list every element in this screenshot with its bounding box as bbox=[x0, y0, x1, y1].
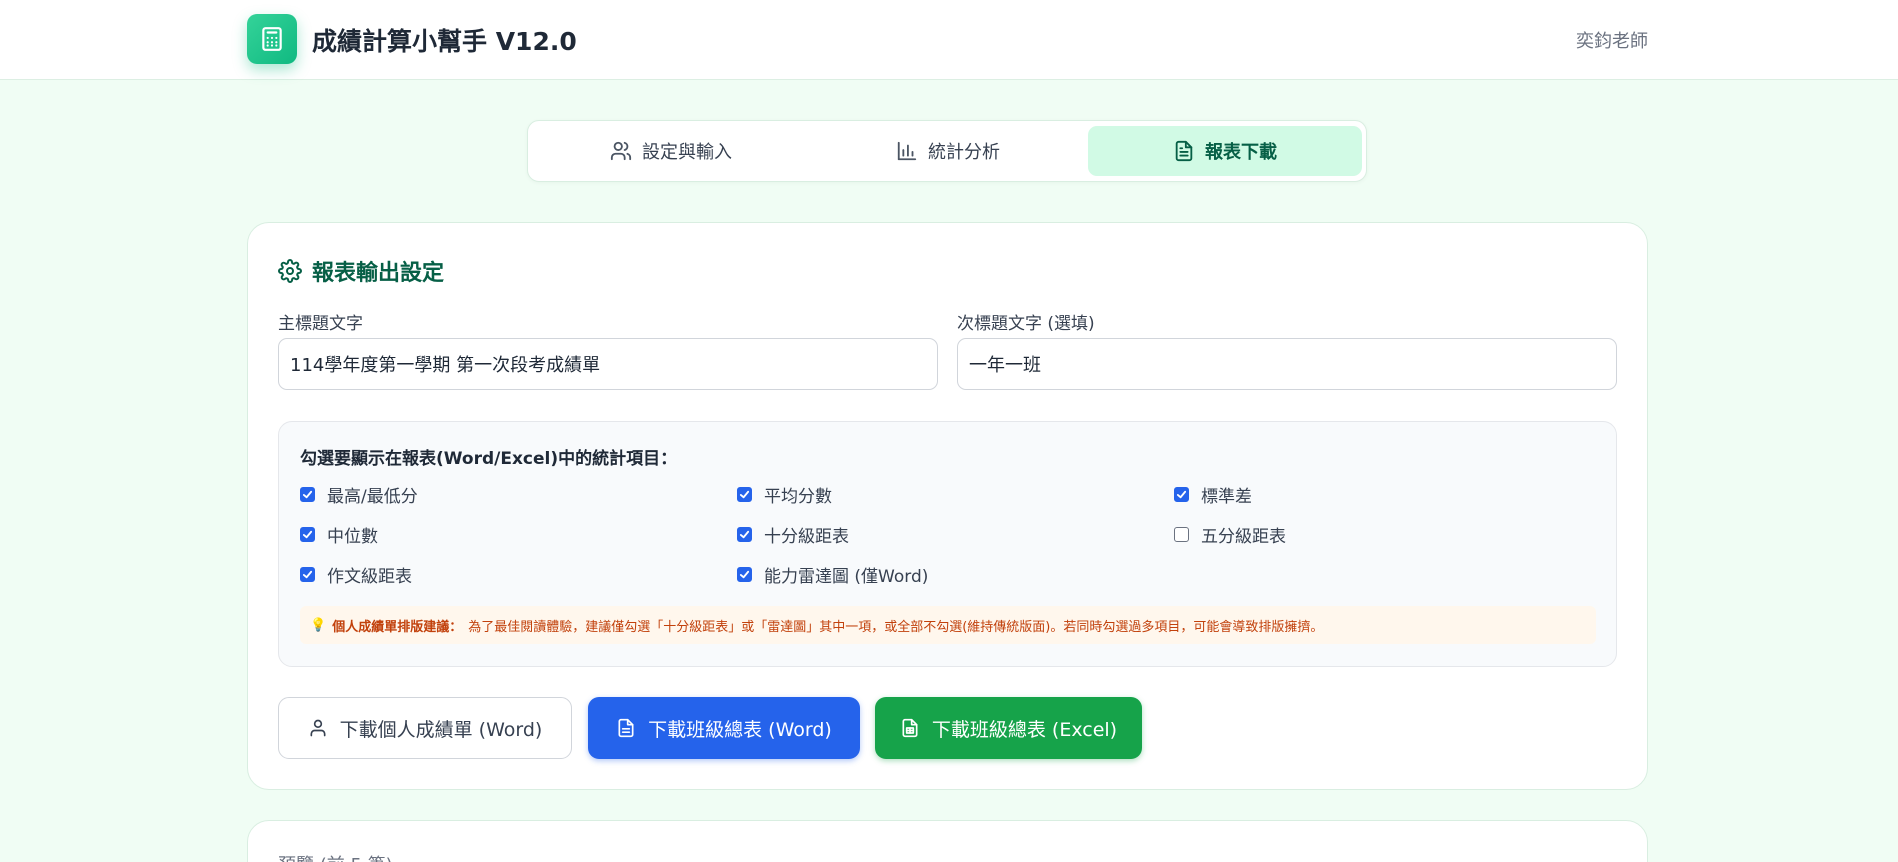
stats-options-box: 勾選要顯示在報表(Word/Excel)中的統計項目： 最高/最低分 平均分數 … bbox=[278, 421, 1617, 667]
stats-options-heading: 勾選要顯示在報表(Word/Excel)中的統計項目： bbox=[300, 449, 678, 469]
card-title-text: 報表輸出設定 bbox=[312, 261, 445, 286]
download-class-word-button[interactable]: 下載班級總表 (Word) bbox=[588, 697, 860, 759]
sub-title-input[interactable] bbox=[957, 338, 1617, 390]
option-max-min[interactable]: 最高/最低分 bbox=[300, 482, 418, 507]
tab-report-download[interactable]: 報表下載 bbox=[1088, 126, 1362, 176]
option-label: 能力雷達圖 (僅Word) bbox=[764, 567, 929, 587]
button-label: 下載個人成績單 (Word) bbox=[339, 718, 543, 741]
tab-statistics[interactable]: 統計分析 bbox=[811, 126, 1085, 176]
option-label: 作文級距表 bbox=[327, 567, 412, 587]
report-settings-card: 報表輸出設定 主標題文字 次標題文字 (選填) 勾選要顯示在報表(Word/Ex… bbox=[247, 222, 1648, 790]
user-icon bbox=[310, 719, 326, 737]
tab-label: 統計分析 bbox=[928, 142, 1000, 163]
download-individual-word-button[interactable]: 下載個人成績單 (Word) bbox=[278, 697, 572, 759]
button-label: 下載班級總表 (Excel) bbox=[931, 718, 1118, 741]
option-label: 最高/最低分 bbox=[327, 487, 418, 507]
download-class-excel-button[interactable]: 下載班級總表 (Excel) bbox=[875, 697, 1142, 759]
top-header: 成績計算小幫手 V12.0 奕鈞老師 bbox=[0, 0, 1898, 80]
document-icon bbox=[618, 718, 634, 738]
checkbox-checked[interactable] bbox=[1174, 487, 1189, 502]
app-title: 成績計算小幫手 V12.0 bbox=[312, 27, 577, 56]
checkbox-checked[interactable] bbox=[737, 527, 752, 542]
tip-title: 個人成績單排版建議： bbox=[332, 619, 463, 635]
option-label: 五分級距表 bbox=[1201, 527, 1286, 547]
tab-label: 報表下載 bbox=[1205, 142, 1277, 163]
option-std-dev[interactable]: 標準差 bbox=[1174, 482, 1252, 507]
document-icon bbox=[1175, 140, 1193, 162]
preview-title: 預覽 (前 5 筆) bbox=[278, 851, 393, 862]
user-name[interactable]: 奕鈞老師 bbox=[1576, 27, 1648, 53]
main-title-input[interactable] bbox=[278, 338, 938, 390]
tab-settings-input[interactable]: 設定與輸入 bbox=[534, 126, 808, 176]
checkbox-unchecked[interactable] bbox=[1174, 527, 1189, 542]
main-title-label: 主標題文字 bbox=[278, 314, 363, 334]
spreadsheet-icon bbox=[902, 718, 918, 738]
checkbox-checked[interactable] bbox=[300, 567, 315, 582]
calculator-icon bbox=[247, 14, 297, 64]
option-ten-level-distribution[interactable]: 十分級距表 bbox=[737, 522, 849, 547]
bar-chart-icon bbox=[897, 141, 917, 161]
option-radar-chart[interactable]: 能力雷達圖 (僅Word) bbox=[737, 562, 928, 587]
option-label: 標準差 bbox=[1201, 487, 1252, 507]
option-five-level-distribution[interactable]: 五分級距表 bbox=[1174, 522, 1286, 547]
users-icon bbox=[610, 141, 632, 161]
gear-icon bbox=[278, 259, 302, 283]
option-median[interactable]: 中位數 bbox=[300, 522, 378, 547]
main-tabs: 設定與輸入 統計分析 報表下載 bbox=[527, 120, 1367, 182]
checkbox-checked[interactable] bbox=[300, 527, 315, 542]
option-essay-distribution[interactable]: 作文級距表 bbox=[300, 562, 412, 587]
lightbulb-icon: 💡 bbox=[310, 617, 327, 633]
option-label: 平均分數 bbox=[764, 487, 832, 507]
checkbox-checked[interactable] bbox=[737, 487, 752, 502]
sub-title-label: 次標題文字 (選填) bbox=[957, 314, 1095, 334]
option-label: 十分級距表 bbox=[764, 527, 849, 547]
tip-text: 為了最佳閱讀體驗，建議僅勾選「十分級距表」或「雷達圖」其中一項，或全部不勾選(維… bbox=[468, 619, 1324, 635]
checkbox-checked[interactable] bbox=[737, 567, 752, 582]
option-label: 中位數 bbox=[327, 527, 378, 547]
preview-card: 預覽 (前 5 筆) bbox=[247, 820, 1648, 862]
layout-tip: 💡 個人成績單排版建議： 為了最佳閱讀體驗，建議僅勾選「十分級距表」或「雷達圖」… bbox=[300, 606, 1596, 644]
tab-label: 設定與輸入 bbox=[642, 142, 732, 163]
card-title: 報表輸出設定 bbox=[278, 255, 444, 287]
button-label: 下載班級總表 (Word) bbox=[648, 718, 832, 741]
option-average[interactable]: 平均分數 bbox=[737, 482, 832, 507]
checkbox-checked[interactable] bbox=[300, 487, 315, 502]
